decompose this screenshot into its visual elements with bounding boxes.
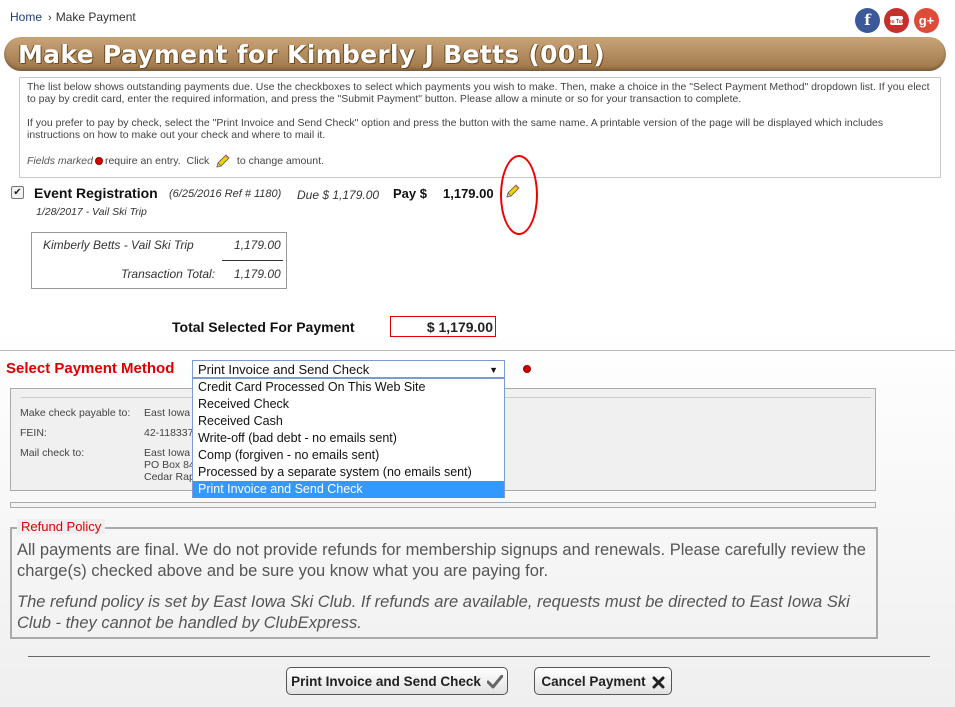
breadcrumb-separator: › (48, 12, 52, 24)
cancel-payment-button[interactable]: Cancel Payment (534, 667, 672, 695)
fields-marked-text: Fields marked (27, 154, 93, 167)
payable-to-label: Make check payable to: (20, 407, 131, 419)
payment-method-dropdown[interactable]: Credit Card Processed On This Web Site R… (192, 378, 505, 498)
total-selected-label: Total Selected For Payment (172, 319, 355, 335)
payment-method-selected: Print Invoice and Send Check (198, 362, 370, 377)
registration-meta: (6/25/2016 Ref # 1180) (169, 188, 282, 200)
total-selected-value: $ 1,179.00 (390, 316, 496, 337)
page-title: Make Payment for Kimberly J Betts (001) (18, 40, 605, 69)
facebook-icon[interactable]: f (855, 8, 880, 33)
fein-label: FEIN: (20, 427, 47, 439)
refund-policy-legend: Refund Policy (17, 519, 106, 534)
payable-to-value: East Iowa (144, 407, 191, 419)
breadcrumb-current: Make Payment (55, 10, 136, 24)
instructions-paragraph-1: The list below shows outstanding payment… (27, 81, 930, 105)
print-invoice-label: Print Invoice and Send Check (291, 674, 481, 689)
transaction-total-amount: 1,179.00 (234, 267, 281, 281)
breadcrumb: Home › Make Payment (10, 10, 136, 24)
title-banner: Make Payment for Kimberly J Betts (001) (4, 37, 946, 71)
instructions-box: The list below shows outstanding payment… (19, 77, 941, 178)
print-invoice-button[interactable]: Print Invoice and Send Check (286, 667, 508, 695)
option-received-cash[interactable]: Received Cash (193, 413, 504, 430)
pay-label: Pay $ (393, 186, 427, 201)
line-item-description: Kimberly Betts - Vail Ski Trip (43, 238, 194, 252)
breadcrumb-home-link[interactable]: Home (10, 10, 42, 24)
pay-amount: 1,179.00 (443, 186, 494, 201)
mail-to-label: Mail check to: (20, 447, 85, 459)
instructions-paragraph-2: If you prefer to pay by check, select th… (27, 117, 884, 141)
option-received-check[interactable]: Received Check (193, 396, 504, 413)
mail-to-line-3: Cedar Rap (144, 471, 195, 483)
youtube-icon[interactable]: You Tube (884, 8, 909, 33)
refund-policy-text: All payments are final. We do not provid… (17, 541, 866, 580)
to-change-amount-text: to change amount. (236, 154, 324, 167)
registration-due: Due $ 1,179.00 (297, 188, 380, 202)
line-item-amount: 1,179.00 (234, 238, 281, 252)
refund-policy-note: The refund policy is set by East Iowa Sk… (17, 593, 850, 632)
checkmark-icon (486, 668, 504, 696)
fein-value: 42-118337 (144, 427, 194, 439)
instructions-footnote: Fields marked require an entry. Click to … (27, 153, 933, 169)
dropdown-arrow-icon: ▼ (489, 365, 498, 375)
footer-divider (28, 656, 930, 657)
edit-amount-pencil-icon[interactable] (505, 183, 521, 204)
cancel-payment-label: Cancel Payment (541, 674, 646, 689)
svg-text:You Tube: You Tube (885, 19, 907, 25)
click-text: Click (186, 154, 210, 167)
required-dot-icon (95, 158, 102, 164)
option-credit-card[interactable]: Credit Card Processed On This Web Site (193, 379, 504, 396)
payment-method-label: Select Payment Method (6, 360, 175, 377)
registration-date: 1/28/2017 - Vail Ski Trip (36, 206, 147, 218)
divider (0, 350, 955, 351)
transaction-total-label: Transaction Total: (121, 267, 216, 281)
total-divider (222, 260, 283, 261)
pencil-icon (215, 153, 231, 169)
mail-to-line-2: PO Box 84 (144, 459, 195, 471)
required-dot-icon (524, 366, 530, 372)
option-separate-system[interactable]: Processed by a separate system (no email… (193, 464, 504, 481)
option-write-off[interactable]: Write-off (bad debt - no emails sent) (193, 430, 504, 447)
close-icon (652, 668, 665, 696)
registration-title: Event Registration (34, 185, 158, 201)
google-plus-icon[interactable]: g+ (914, 8, 939, 33)
mail-to-line-1: East Iowa (144, 447, 191, 459)
registration-checkbox[interactable]: ✔ (11, 186, 24, 199)
option-comp[interactable]: Comp (forgiven - no emails sent) (193, 447, 504, 464)
option-print-invoice[interactable]: Print Invoice and Send Check (193, 481, 504, 498)
payment-method-select[interactable]: Print Invoice and Send Check ▼ (192, 360, 505, 378)
require-entry-text: require an entry. (104, 154, 181, 167)
collapsed-panel (10, 502, 876, 508)
